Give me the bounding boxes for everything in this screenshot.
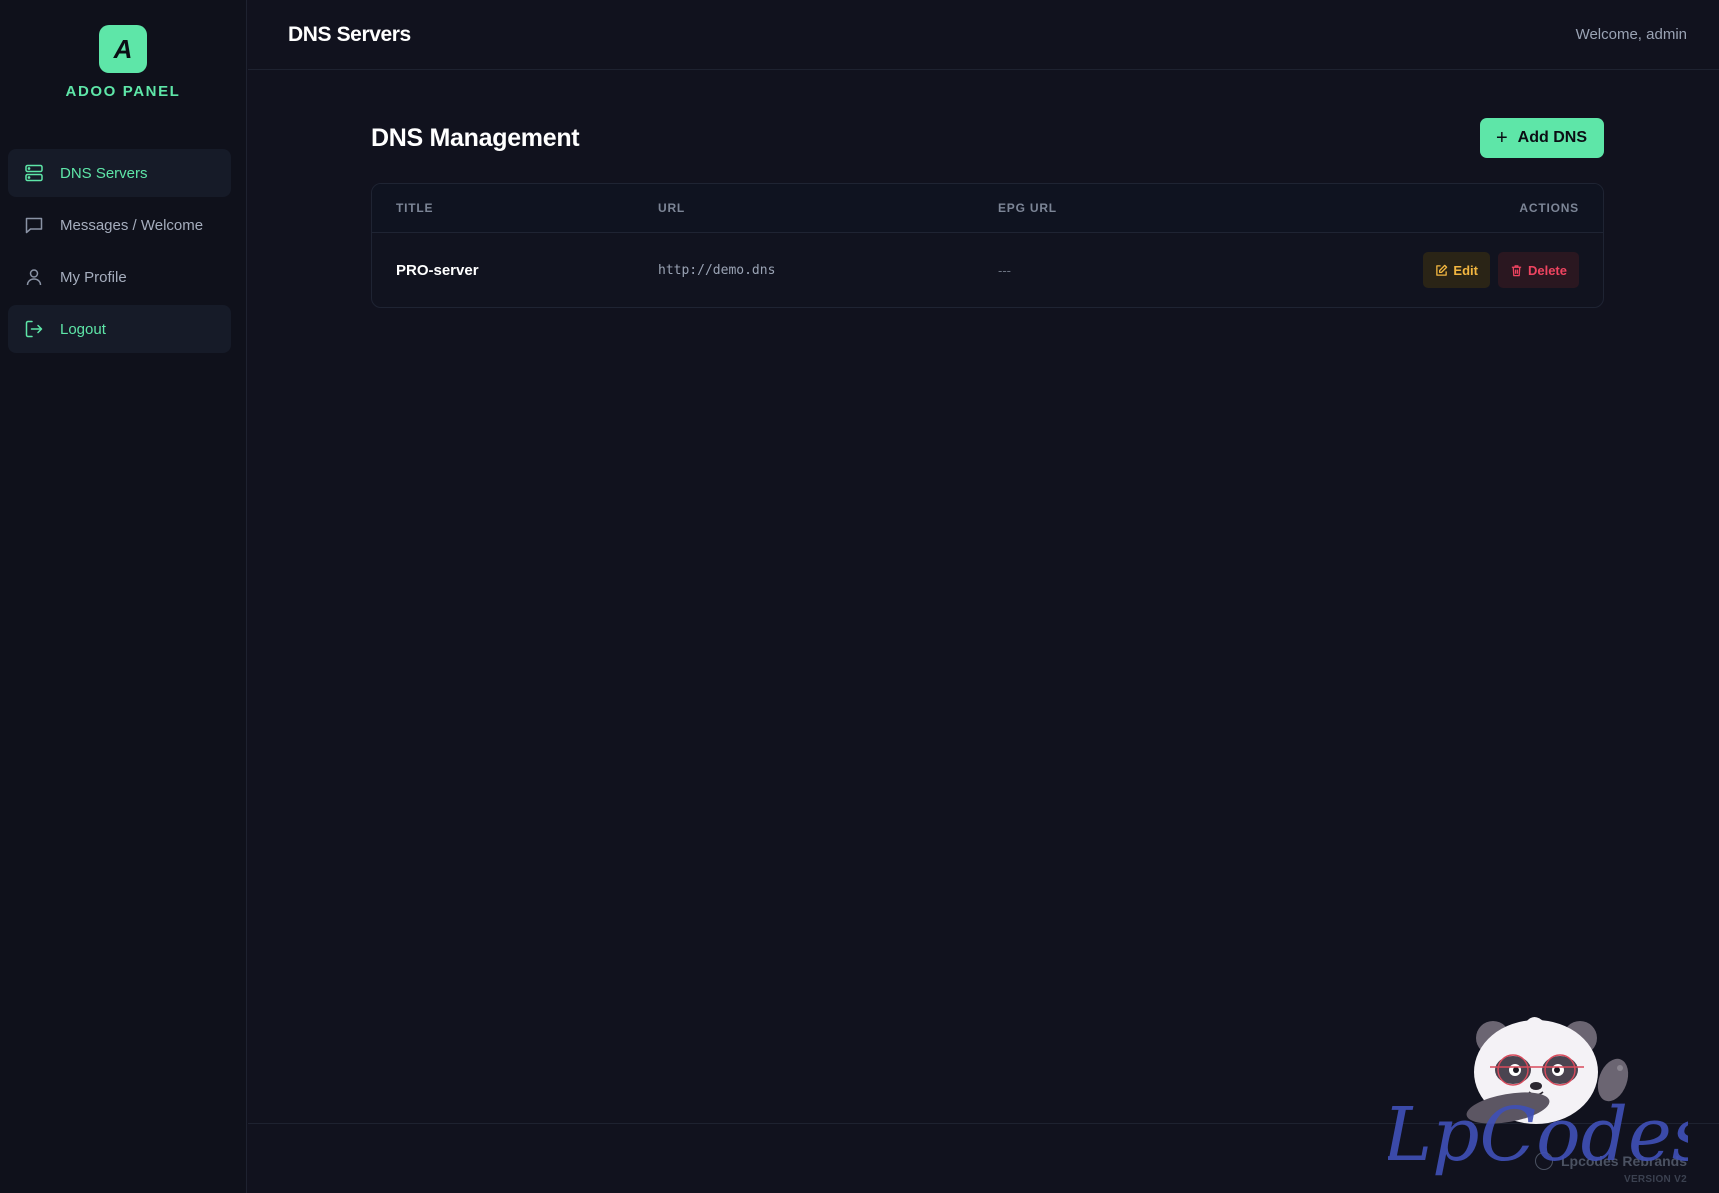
row-actions: Edit Delete [1379,252,1579,288]
sidebar-item-dns-servers[interactable]: DNS Servers [8,149,231,197]
brand-name: ADOO PANEL [65,83,181,100]
table-row: PRO-server http://demo.dns --- Edit Dele… [372,233,1603,307]
main-content: DNS Management + Add DNS TITLE URL EPG U… [371,118,1604,308]
sidebar-item-label: Messages / Welcome [60,216,204,234]
table-header: TITLE URL EPG URL ACTIONS [372,184,1603,233]
watermark-text: LpCodes [1388,1092,1688,1178]
sidebar-item-logout[interactable]: Logout [8,305,231,353]
cell-title: PRO-server [396,261,479,279]
sidebar-item-label: Logout [60,320,106,338]
brand: A ADOO PANEL [0,0,246,100]
sidebar: A ADOO PANEL DNS Servers Messages / Welc… [0,0,247,1193]
cell-epg-url: --- [998,262,1011,278]
user-icon [24,267,44,287]
server-icon [24,163,44,183]
column-header-title: TITLE [396,201,434,215]
panda-watermark: LpCodes [1388,1017,1688,1178]
edit-button[interactable]: Edit [1423,252,1490,288]
cell-url: http://demo.dns [658,262,776,278]
page-title: DNS Servers [288,22,411,46]
edit-label: Edit [1453,262,1478,278]
trash-icon [1511,264,1522,276]
column-header-url: URL [658,201,686,215]
plus-icon: + [1495,127,1508,149]
top-header: DNS Servers Welcome, admin [248,0,1719,70]
add-dns-label: Add DNS [1517,129,1587,146]
delete-button[interactable]: Delete [1497,252,1579,288]
column-header-actions: ACTIONS [1519,201,1579,215]
column-header-epg-url: EPG URL [998,201,1057,215]
delete-label: Delete [1527,262,1567,278]
sidebar-item-label: DNS Servers [60,164,148,182]
edit-icon [1436,264,1448,276]
sidebar-item-messages[interactable]: Messages / Welcome [8,201,231,249]
add-dns-button[interactable]: + Add DNS [1479,118,1604,158]
logout-icon [24,319,44,339]
sidebar-nav: DNS Servers Messages / Welcome My Profil… [8,149,231,357]
welcome-text: Welcome, admin [1575,26,1687,43]
sidebar-item-my-profile[interactable]: My Profile [8,253,231,301]
dns-table: TITLE URL EPG URL ACTIONS PRO-server htt… [371,183,1604,308]
section-title: DNS Management [371,123,580,152]
message-icon [24,215,44,235]
section-header: DNS Management + Add DNS [371,118,1604,158]
sidebar-item-label: My Profile [60,268,127,286]
brand-logo[interactable]: A [99,25,147,73]
